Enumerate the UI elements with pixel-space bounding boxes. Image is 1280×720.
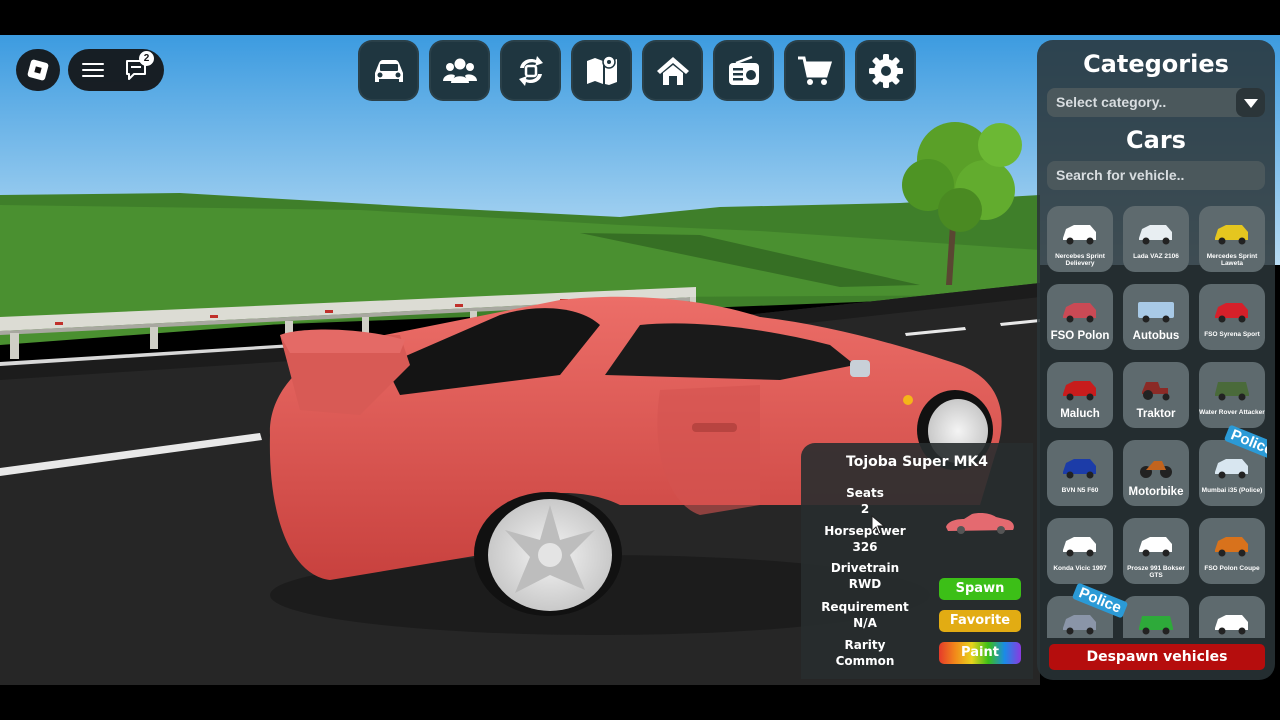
- vehicle-card-label: Water Rover Attacker: [1199, 409, 1265, 416]
- vehicle-card-label: Maluch: [1060, 408, 1100, 420]
- game-toolbar: [358, 40, 916, 102]
- vehicle-grid: Nercebes Sprint Delievery Lada VAZ 2106 …: [1047, 206, 1267, 638]
- stat-label: Seats: [846, 486, 884, 500]
- paint-button[interactable]: Paint: [939, 642, 1021, 664]
- car-icon: [374, 59, 403, 82]
- favorite-button[interactable]: Favorite: [939, 610, 1021, 632]
- vehicle-card-label: FSO Syrena Sport: [1204, 331, 1260, 338]
- vehicle-card[interactable]: FSO Polon Coupe: [1199, 518, 1265, 584]
- letterbox-top: [0, 0, 1280, 35]
- vehicle-card-label: Motorbike: [1128, 486, 1184, 498]
- stat-rarity: Rarity Common: [817, 637, 913, 669]
- vehicle-info-panel: Tojoba Super MK4 Seats 2 Horsepower 326 Dr…: [801, 443, 1033, 679]
- cart-icon: [797, 56, 832, 85]
- vehicle-card[interactable]: Traktor: [1123, 362, 1189, 428]
- vehicle-card-label: Prosze 991 Bokser GTS: [1127, 565, 1185, 579]
- stat-seats: Seats 2: [817, 485, 913, 517]
- vehicle-card-label: Traktor: [1136, 408, 1176, 420]
- stat-horsepower: Horsepower 326: [817, 523, 913, 555]
- radio-button[interactable]: [713, 40, 774, 101]
- vehicle-card-label: Konda Vicic 1997: [1053, 565, 1107, 572]
- cars-title: Cars: [1126, 126, 1186, 154]
- settings-button[interactable]: [855, 40, 916, 101]
- mouse-cursor-icon: [871, 515, 885, 535]
- category-select[interactable]: Select category..: [1047, 88, 1265, 117]
- stat-label: Drivetrain: [830, 561, 900, 575]
- vehicle-card-label: Lada VAZ 2106: [1133, 253, 1179, 260]
- players-button[interactable]: [429, 40, 490, 101]
- stat-label: Horsepower: [824, 524, 906, 538]
- vehicle-card-label: BVN N5 F60: [1061, 487, 1099, 494]
- stat-requirement: Requirement N/A: [817, 599, 913, 631]
- vehicle-card-label: Autobus: [1132, 330, 1180, 342]
- roblox-logo-icon: [26, 58, 50, 82]
- vehicle-card-label: FSO Polon: [1050, 330, 1110, 342]
- stat-value: Common: [835, 654, 895, 668]
- dropdown-arrow-icon[interactable]: [1236, 88, 1265, 117]
- vehicle-card[interactable]: BVN N5 F60: [1047, 440, 1113, 506]
- vehicle-card[interactable]: Autobus: [1123, 284, 1189, 350]
- vehicle-preview: [946, 513, 1014, 534]
- chat-icon[interactable]: 2: [124, 51, 154, 82]
- stat-value: 326: [852, 540, 878, 554]
- vehicle-card[interactable]: Mercedes Sprint Laweta: [1199, 206, 1265, 272]
- vehicle-card[interactable]: Prosze 991 Bokser GTS: [1123, 518, 1189, 584]
- categories-title: Categories: [1083, 50, 1229, 78]
- vehicle-card-label: Nercebes Sprint Delievery: [1055, 253, 1105, 267]
- chat-notification-badge: 2: [139, 51, 154, 66]
- stat-label: Requirement: [821, 600, 909, 614]
- stat-value: RWD: [848, 577, 882, 591]
- trade-button[interactable]: [500, 40, 561, 101]
- despawn-vehicles-button[interactable]: Despawn vehicles: [1049, 644, 1265, 670]
- stat-value: N/A: [853, 616, 877, 630]
- swap-icon: [518, 55, 543, 86]
- radio-icon: [728, 55, 759, 85]
- roblox-menu-button[interactable]: [16, 49, 60, 91]
- vehicle-card-label: FSO Polon Coupe: [1204, 565, 1260, 572]
- vehicle-card[interactable]: Konda Vicic 1997: [1047, 518, 1113, 584]
- players-icon: [442, 58, 477, 83]
- settings-gear-icon: [868, 53, 903, 88]
- map-button[interactable]: [571, 40, 632, 101]
- vehicle-card-label: Mumbai i35 (Police): [1201, 487, 1263, 494]
- stat-value: 2: [860, 502, 870, 516]
- spawn-button[interactable]: Spawn: [939, 578, 1021, 600]
- vehicle-card[interactable]: Nercebes Sprint Delievery: [1047, 206, 1113, 272]
- roblox-topbar-pill: 2: [68, 49, 164, 91]
- vehicle-card[interactable]: Maluch: [1047, 362, 1113, 428]
- vehicle-card[interactable]: Lada VAZ 2106: [1123, 206, 1189, 272]
- letterbox-bottom: [0, 685, 1280, 720]
- vehicle-card[interactable]: FSO Polon: [1047, 284, 1113, 350]
- vehicle-card[interactable]: [1123, 596, 1189, 638]
- vehicle-card-label: Mercedes Sprint Laweta: [1206, 253, 1258, 267]
- stat-drivetrain: Drivetrain RWD: [817, 560, 913, 592]
- home-icon: [656, 56, 689, 85]
- shop-button[interactable]: [784, 40, 845, 101]
- map-icon: [586, 54, 617, 85]
- vehicle-card[interactable]: Motorbike: [1123, 440, 1189, 506]
- vehicles-button[interactable]: [358, 40, 419, 101]
- category-select-placeholder: Select category..: [1056, 94, 1167, 110]
- vehicle-search-input[interactable]: [1047, 161, 1265, 190]
- vehicle-name: Tojoba Super MK4: [846, 454, 988, 470]
- stat-label: Rarity: [844, 638, 886, 652]
- vehicle-card[interactable]: Water Rover Attacker: [1199, 362, 1265, 428]
- vehicle-card[interactable]: FSO Syrena Sport: [1199, 284, 1265, 350]
- hamburger-menu-icon[interactable]: [82, 62, 104, 78]
- vehicle-card[interactable]: [1199, 596, 1265, 638]
- home-button[interactable]: [642, 40, 703, 101]
- vehicle-spawner-panel: Categories Select category.. Cars Nerceb…: [1037, 40, 1275, 680]
